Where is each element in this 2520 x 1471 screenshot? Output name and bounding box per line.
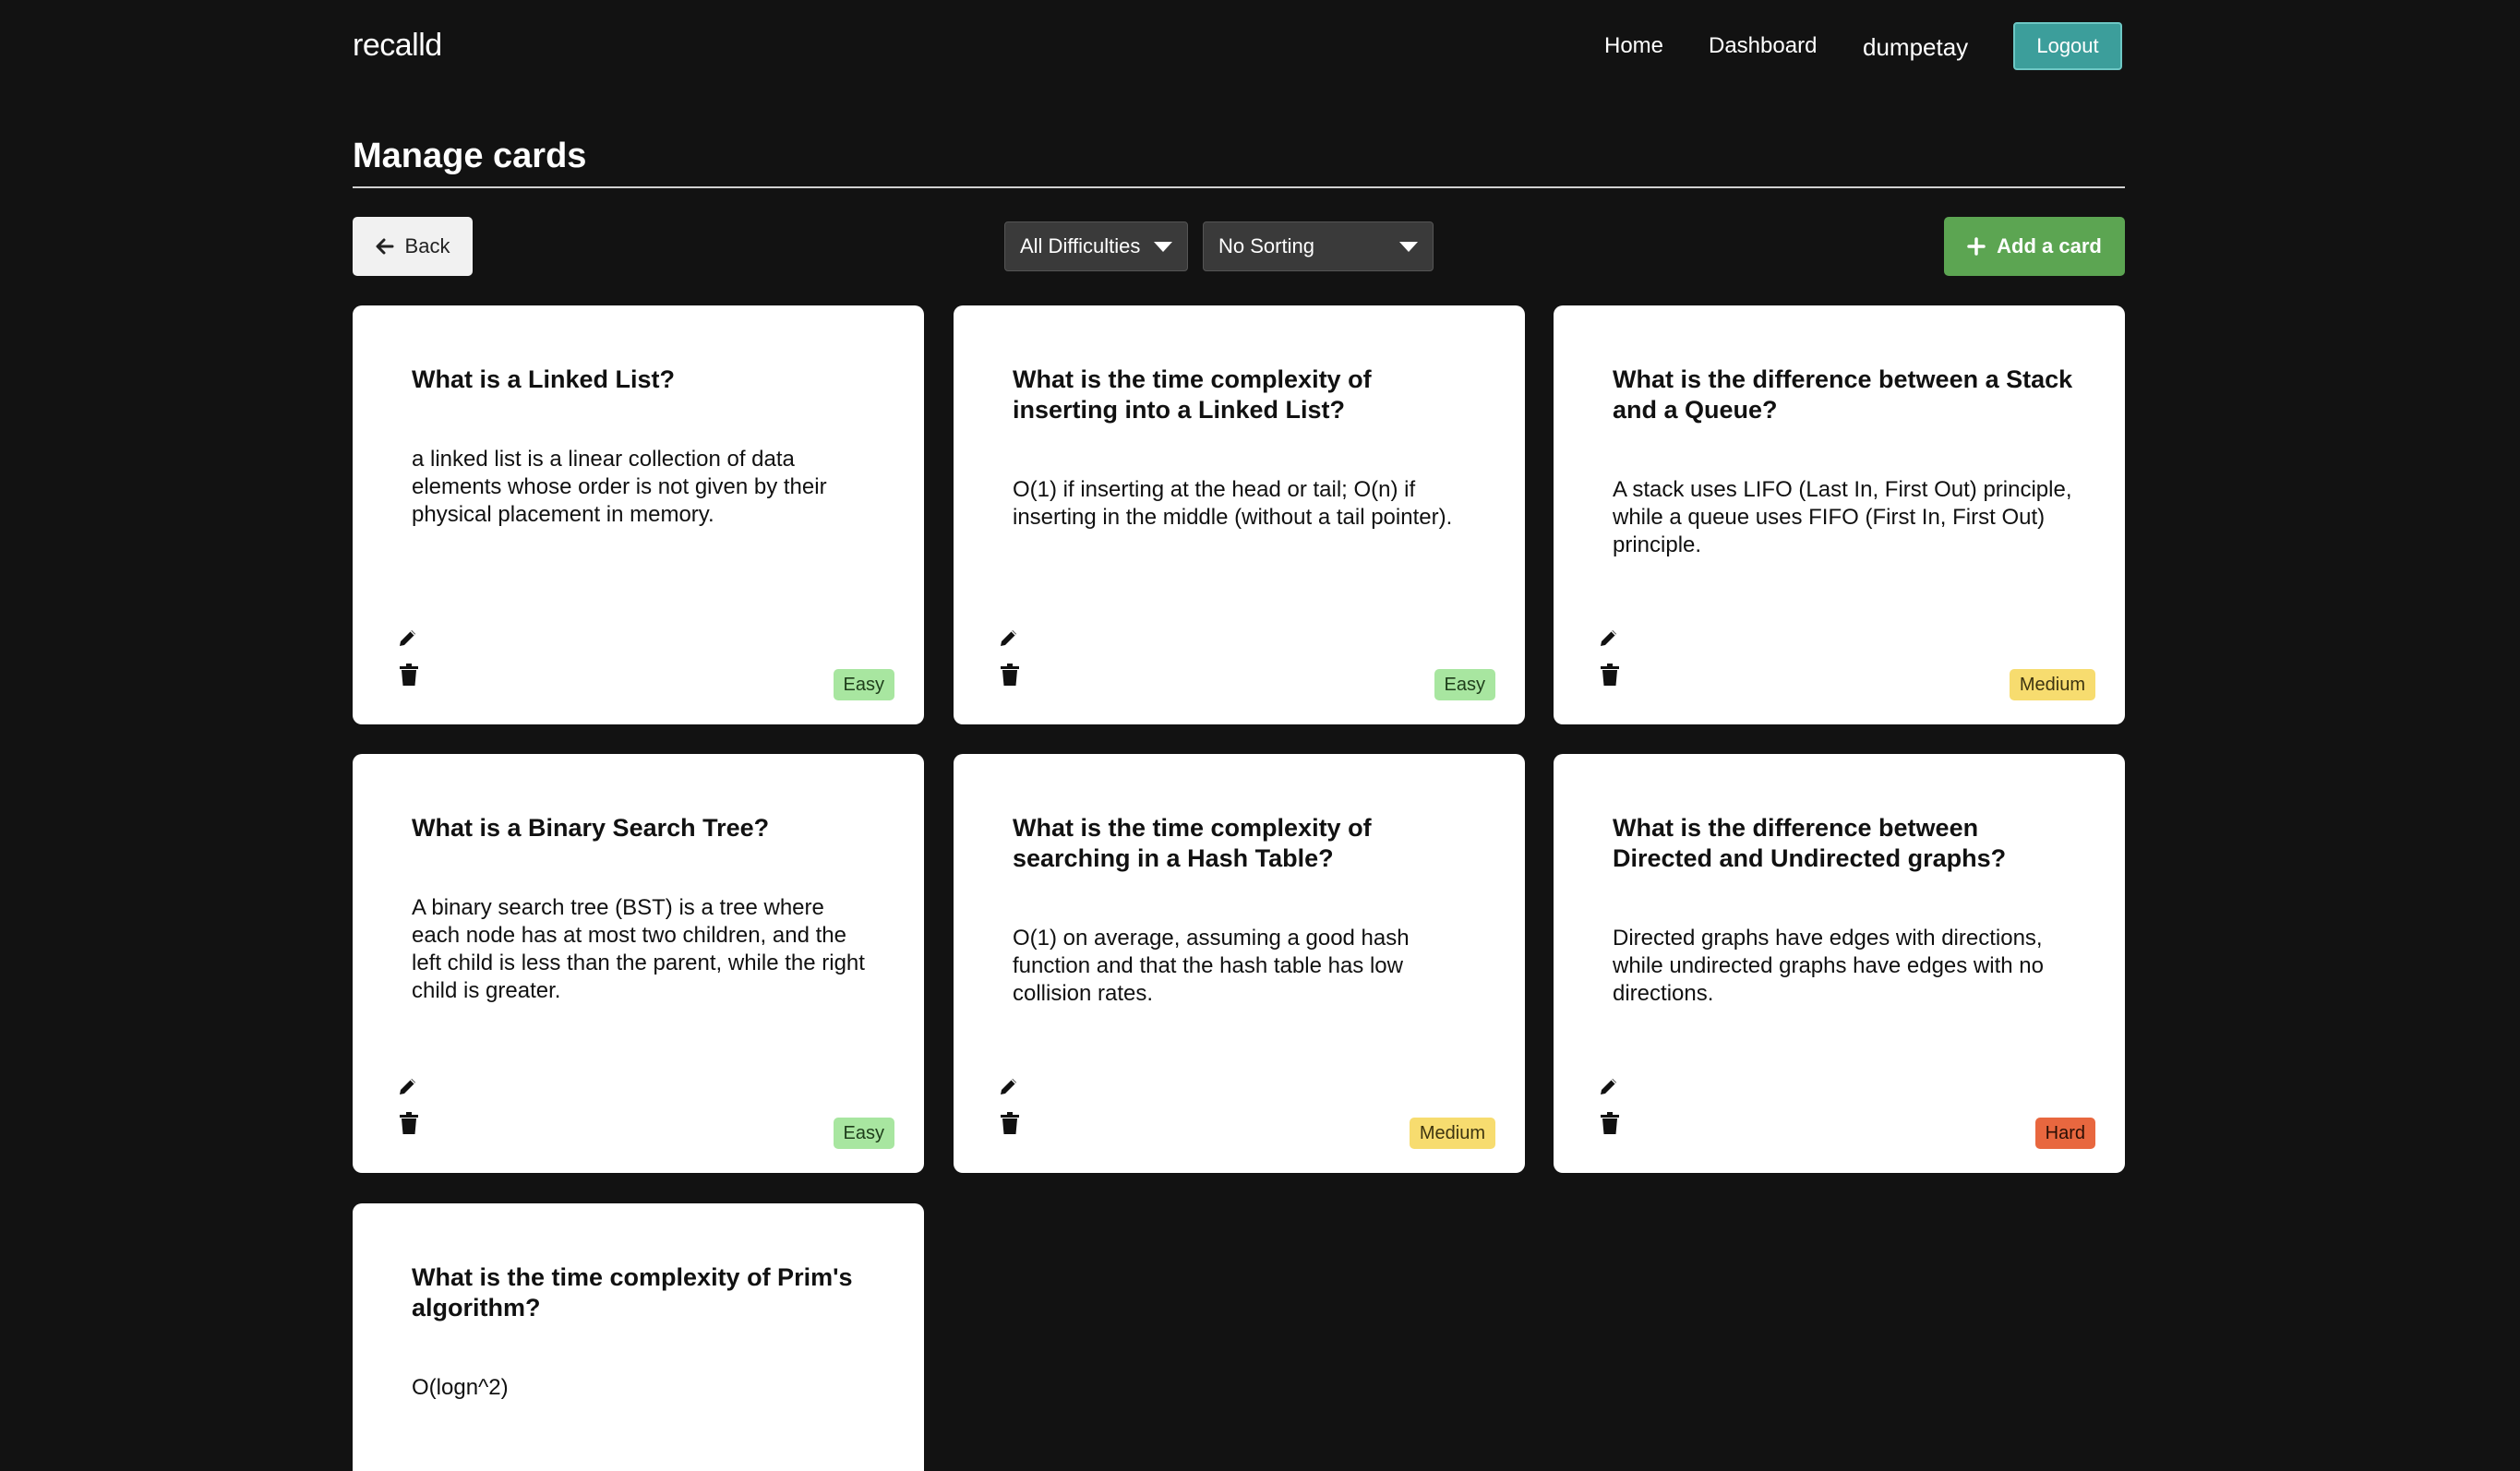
top-navbar: recalld Home Dashboard dumpetay Logout (0, 0, 2520, 96)
card-answer: A stack uses LIFO (Last In, First Out) p… (1613, 477, 2072, 557)
add-card-label: Add a card (1997, 234, 2102, 257)
pencil-icon[interactable] (1598, 1075, 1620, 1097)
nav-link-dashboard[interactable]: Dashboard (1709, 33, 1817, 59)
card-answer: O(1) if inserting at the head or tail; O… (1013, 477, 1453, 530)
flashcard: What is the time complexity of inserting… (954, 305, 1525, 724)
sort-select[interactable]: No Sorting (1203, 221, 1434, 271)
caret-down-icon (1399, 241, 1418, 252)
trash-icon[interactable] (1600, 664, 1620, 686)
flashcard: What is the time complexity of searching… (954, 754, 1525, 1173)
difficulty-badge: Hard (2034, 1118, 2095, 1149)
difficulty-badge: Medium (1409, 1118, 1495, 1149)
card-answer: O(1) on average, assuming a good hash fu… (1013, 926, 1410, 1006)
nav-link-home[interactable]: Home (1604, 33, 1663, 59)
card-question: What is the difference between a Stack a… (1613, 365, 2073, 424)
sort-select-value: No Sorting (1218, 234, 1314, 257)
card-question: What is the difference between Directed … (1613, 814, 2007, 872)
trash-icon[interactable] (399, 1112, 419, 1134)
flashcard: What is the difference between a Stack a… (1554, 305, 2125, 724)
difficulty-badge: Easy (833, 1118, 894, 1149)
back-button-label: Back (404, 234, 450, 257)
page-title: Manage cards (353, 137, 587, 175)
difficulty-filter-value: All Difficulties (1020, 234, 1141, 257)
card-question: What is the time complexity of inserting… (1013, 365, 1372, 424)
card-question: What is a Binary Search Tree? (412, 814, 770, 842)
flashcard: What is the time complexity of Prim's al… (353, 1203, 924, 1471)
add-card-button[interactable]: Add a card (1944, 217, 2125, 276)
difficulty-badge: Easy (1434, 669, 1495, 700)
username-label: dumpetay (1863, 33, 1969, 61)
pencil-icon[interactable] (1598, 627, 1620, 649)
title-divider (353, 186, 2125, 188)
flashcard: What is a Linked List? a linked list is … (353, 305, 924, 724)
trash-icon[interactable] (1600, 1112, 1620, 1134)
card-answer: A binary search tree (BST) is a tree whe… (412, 895, 865, 1003)
logout-button[interactable]: Logout (2013, 22, 2122, 70)
pencil-icon[interactable] (998, 627, 1020, 649)
card-question: What is a Linked List? (412, 365, 676, 393)
difficulty-badge: Easy (833, 669, 894, 700)
back-button[interactable]: Back (353, 217, 473, 276)
plus-icon (1967, 237, 1986, 256)
pencil-icon[interactable] (397, 627, 419, 649)
pencil-icon[interactable] (998, 1075, 1020, 1097)
arrow-left-icon (376, 238, 394, 255)
caret-down-icon (1154, 241, 1172, 252)
card-question: What is the time complexity of Prim's al… (412, 1263, 853, 1322)
card-answer: a linked list is a linear collection of … (412, 447, 827, 527)
brand-logo[interactable]: recalld (353, 28, 442, 64)
card-question: What is the time complexity of searching… (1013, 814, 1372, 872)
difficulty-badge: Medium (2009, 669, 2095, 700)
card-answer: Directed graphs have edges with directio… (1613, 926, 2044, 1006)
flashcard: What is the difference between Directed … (1554, 754, 2125, 1173)
trash-icon[interactable] (399, 664, 419, 686)
difficulty-filter-select[interactable]: All Difficulties (1004, 221, 1188, 271)
pencil-icon[interactable] (397, 1075, 419, 1097)
trash-icon[interactable] (1000, 1112, 1020, 1134)
flashcard: What is a Binary Search Tree? A binary s… (353, 754, 924, 1173)
trash-icon[interactable] (1000, 664, 1020, 686)
card-answer: O(logn^2) (412, 1375, 509, 1400)
